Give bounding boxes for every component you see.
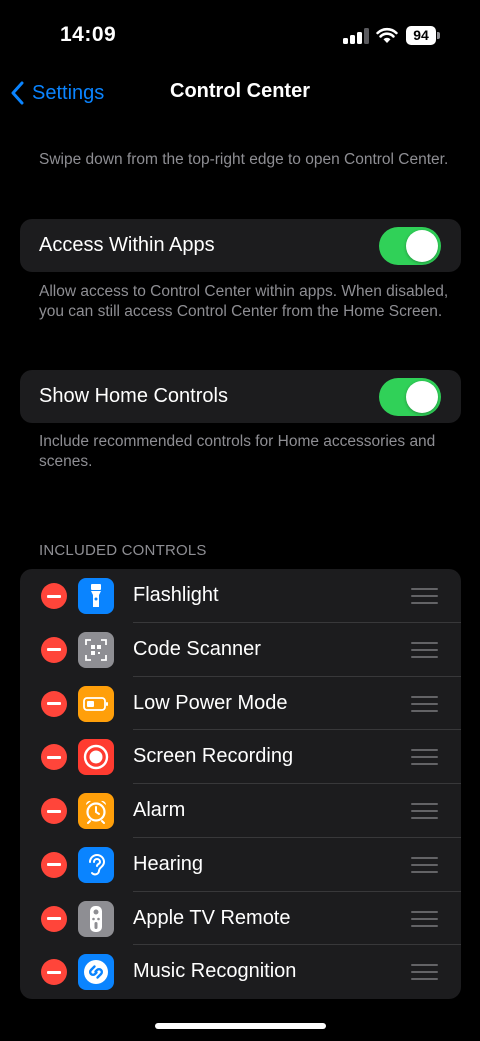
- control-label: Flashlight: [133, 584, 219, 606]
- reorder-handle-icon[interactable]: [411, 856, 438, 873]
- control-row-low-power-mode: Low Power Mode: [20, 677, 461, 731]
- show-home-controls-label: Show Home Controls: [39, 385, 228, 407]
- show-home-controls-row: Show Home Controls: [20, 370, 461, 423]
- reorder-handle-icon[interactable]: [411, 964, 438, 981]
- remove-button[interactable]: [41, 690, 67, 717]
- cellular-signal-icon: [343, 28, 369, 44]
- access-within-apps-label: Access Within Apps: [39, 234, 215, 256]
- access-within-apps-toggle[interactable]: [379, 226, 441, 265]
- reorder-handle-icon[interactable]: [411, 641, 438, 658]
- access-within-apps-footnote: Allow access to Control Center within ap…: [39, 283, 449, 320]
- remove-button[interactable]: [41, 744, 67, 771]
- alarm-clock-icon: [78, 793, 114, 829]
- control-row-code-scanner: Code Scanner: [20, 623, 461, 677]
- control-row-flashlight: Flashlight: [20, 569, 461, 623]
- intro-text: Swipe down from the top-right edge to op…: [39, 151, 449, 168]
- navigation-bar: Settings Control Center: [0, 70, 480, 116]
- reorder-handle-icon[interactable]: [411, 910, 438, 927]
- page-title: Control Center: [170, 80, 310, 102]
- control-label: Hearing: [133, 852, 204, 875]
- control-row-alarm: Alarm: [20, 784, 461, 838]
- control-row-hearing: Hearing: [20, 838, 461, 892]
- ear-icon: [78, 846, 114, 883]
- tv-remote-icon: [78, 900, 114, 937]
- control-label: Alarm: [133, 799, 186, 821]
- control-label: Low Power Mode: [133, 691, 288, 714]
- show-home-controls-card: Show Home Controls: [20, 370, 461, 423]
- control-label: Code Scanner: [133, 637, 261, 660]
- flashlight-icon: [78, 578, 114, 614]
- wifi-icon: [376, 27, 398, 43]
- control-row-music-recognition: Music Recognition: [20, 945, 461, 999]
- control-label: Apple TV Remote: [133, 906, 291, 929]
- reorder-handle-icon[interactable]: [411, 803, 438, 819]
- control-label: Screen Recording: [133, 745, 294, 768]
- battery-icon: [78, 685, 114, 722]
- reorder-handle-icon[interactable]: [411, 749, 438, 766]
- remove-button[interactable]: [41, 851, 67, 878]
- show-home-controls-footnote: Include recommended controls for Home ac…: [39, 433, 436, 470]
- remove-button[interactable]: [41, 636, 67, 663]
- shazam-icon: [78, 954, 114, 991]
- remove-button[interactable]: [41, 583, 67, 609]
- qr-code-icon: [78, 631, 114, 668]
- control-row-screen-recording: Screen Recording: [20, 730, 461, 784]
- remove-button[interactable]: [41, 905, 67, 932]
- show-home-controls-toggle[interactable]: [379, 377, 441, 416]
- status-bar: 14:09 94: [0, 0, 480, 70]
- remove-button[interactable]: [41, 798, 67, 824]
- battery-tip: [437, 32, 440, 39]
- control-label: Music Recognition: [133, 960, 297, 983]
- control-row-apple-tv-remote: Apple TV Remote: [20, 892, 461, 946]
- reorder-handle-icon[interactable]: [411, 588, 438, 604]
- reorder-handle-icon[interactable]: [411, 695, 438, 712]
- home-indicator[interactable]: [155, 1023, 326, 1029]
- status-time: 14:09: [60, 23, 117, 46]
- access-within-apps-row: Access Within Apps: [20, 219, 461, 272]
- included-controls-list: Flashlight Code Scanner Low Power Mode S…: [20, 569, 461, 999]
- included-controls-header: INCLUDED CONTROLS: [39, 542, 207, 559]
- battery-indicator: 94: [406, 26, 436, 45]
- record-icon: [78, 739, 114, 776]
- access-within-apps-card: Access Within Apps: [20, 219, 461, 272]
- remove-button[interactable]: [41, 959, 67, 986]
